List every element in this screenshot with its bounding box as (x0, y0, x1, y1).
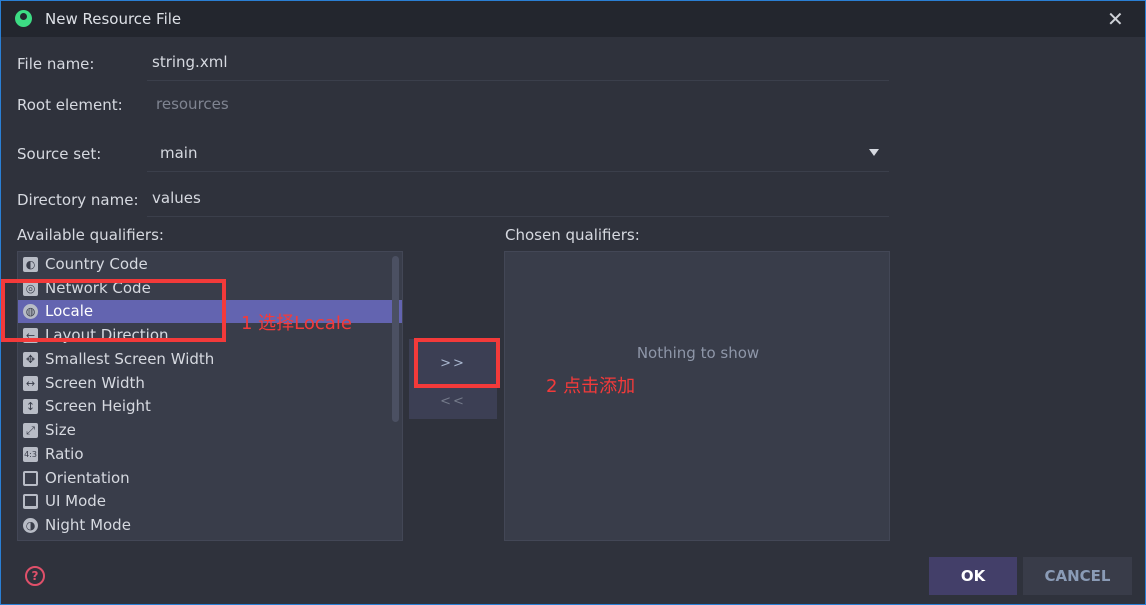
item-label: Smallest Screen Width (45, 350, 215, 368)
horizontal-arrows-icon: ↔ (23, 376, 38, 391)
country-code-icon: ◐ (23, 257, 38, 272)
item-label: Screen Width (45, 374, 145, 392)
android-studio-icon (15, 10, 32, 27)
window-title: New Resource File (45, 10, 182, 28)
source-set-dropdown[interactable]: main (147, 136, 889, 172)
list-scrollbar[interactable] (392, 256, 399, 422)
root-element-input[interactable]: resources (147, 87, 889, 123)
chevron-down-icon (869, 149, 879, 156)
help-icon[interactable]: ? (25, 566, 45, 586)
item-label: Ratio (45, 445, 84, 463)
cancel-button[interactable]: CANCEL (1023, 557, 1132, 595)
annotation-box-locale (1, 279, 226, 342)
annotation-step1: 1 选择Locale (241, 313, 352, 334)
ratio-icon: 4:3 (23, 447, 38, 462)
chosen-qualifiers-label: Chosen qualifiers: (505, 226, 640, 244)
file-name-label: File name: (17, 55, 95, 73)
file-name-input[interactable]: string.xml (147, 45, 889, 81)
item-label: Night Mode (45, 516, 131, 534)
orientation-icon (23, 471, 38, 486)
directory-name-input[interactable]: values (147, 181, 889, 217)
remove-qualifier-button[interactable]: << (409, 389, 497, 419)
item-label: Screen Height (45, 397, 151, 415)
close-icon[interactable]: ✕ (1107, 7, 1124, 31)
vertical-arrows-icon: ↕ (23, 399, 38, 414)
ui-mode-icon (23, 494, 38, 509)
annotation-step2: 2 点击添加 (546, 376, 636, 397)
list-item-screen-width[interactable]: ↔ Screen Width (18, 372, 402, 395)
source-set-value: main (160, 144, 198, 162)
list-item-size[interactable]: ⤢ Size (18, 419, 402, 442)
list-item-screen-height[interactable]: ↕ Screen Height (18, 395, 402, 418)
list-item-night-mode[interactable]: ◑ Night Mode (18, 514, 402, 537)
ok-button[interactable]: OK (929, 557, 1017, 595)
list-item-orientation[interactable]: Orientation (18, 467, 402, 490)
item-label: Size (45, 421, 76, 439)
title-bar: New Resource File ✕ (1, 1, 1145, 37)
night-mode-icon: ◑ (23, 518, 38, 533)
annotation-box-add (414, 338, 500, 388)
item-label: Country Code (45, 255, 148, 273)
move-arrows-icon: ✥ (23, 352, 38, 367)
directory-name-label: Directory name: (17, 191, 139, 209)
list-item-ratio[interactable]: 4:3 Ratio (18, 443, 402, 466)
item-label: Orientation (45, 469, 130, 487)
root-element-label: Root element: (17, 96, 123, 114)
source-set-label: Source set: (17, 145, 102, 163)
list-item-ui-mode[interactable]: UI Mode (18, 490, 402, 513)
available-qualifiers-label: Available qualifiers: (17, 226, 164, 244)
diagonal-arrow-icon: ⤢ (23, 423, 38, 438)
item-label: UI Mode (45, 492, 107, 510)
list-item-smallest-screen-width[interactable]: ✥ Smallest Screen Width (18, 348, 402, 371)
empty-state-text: Nothing to show (636, 344, 760, 362)
list-item-country-code[interactable]: ◐ Country Code (18, 253, 402, 276)
